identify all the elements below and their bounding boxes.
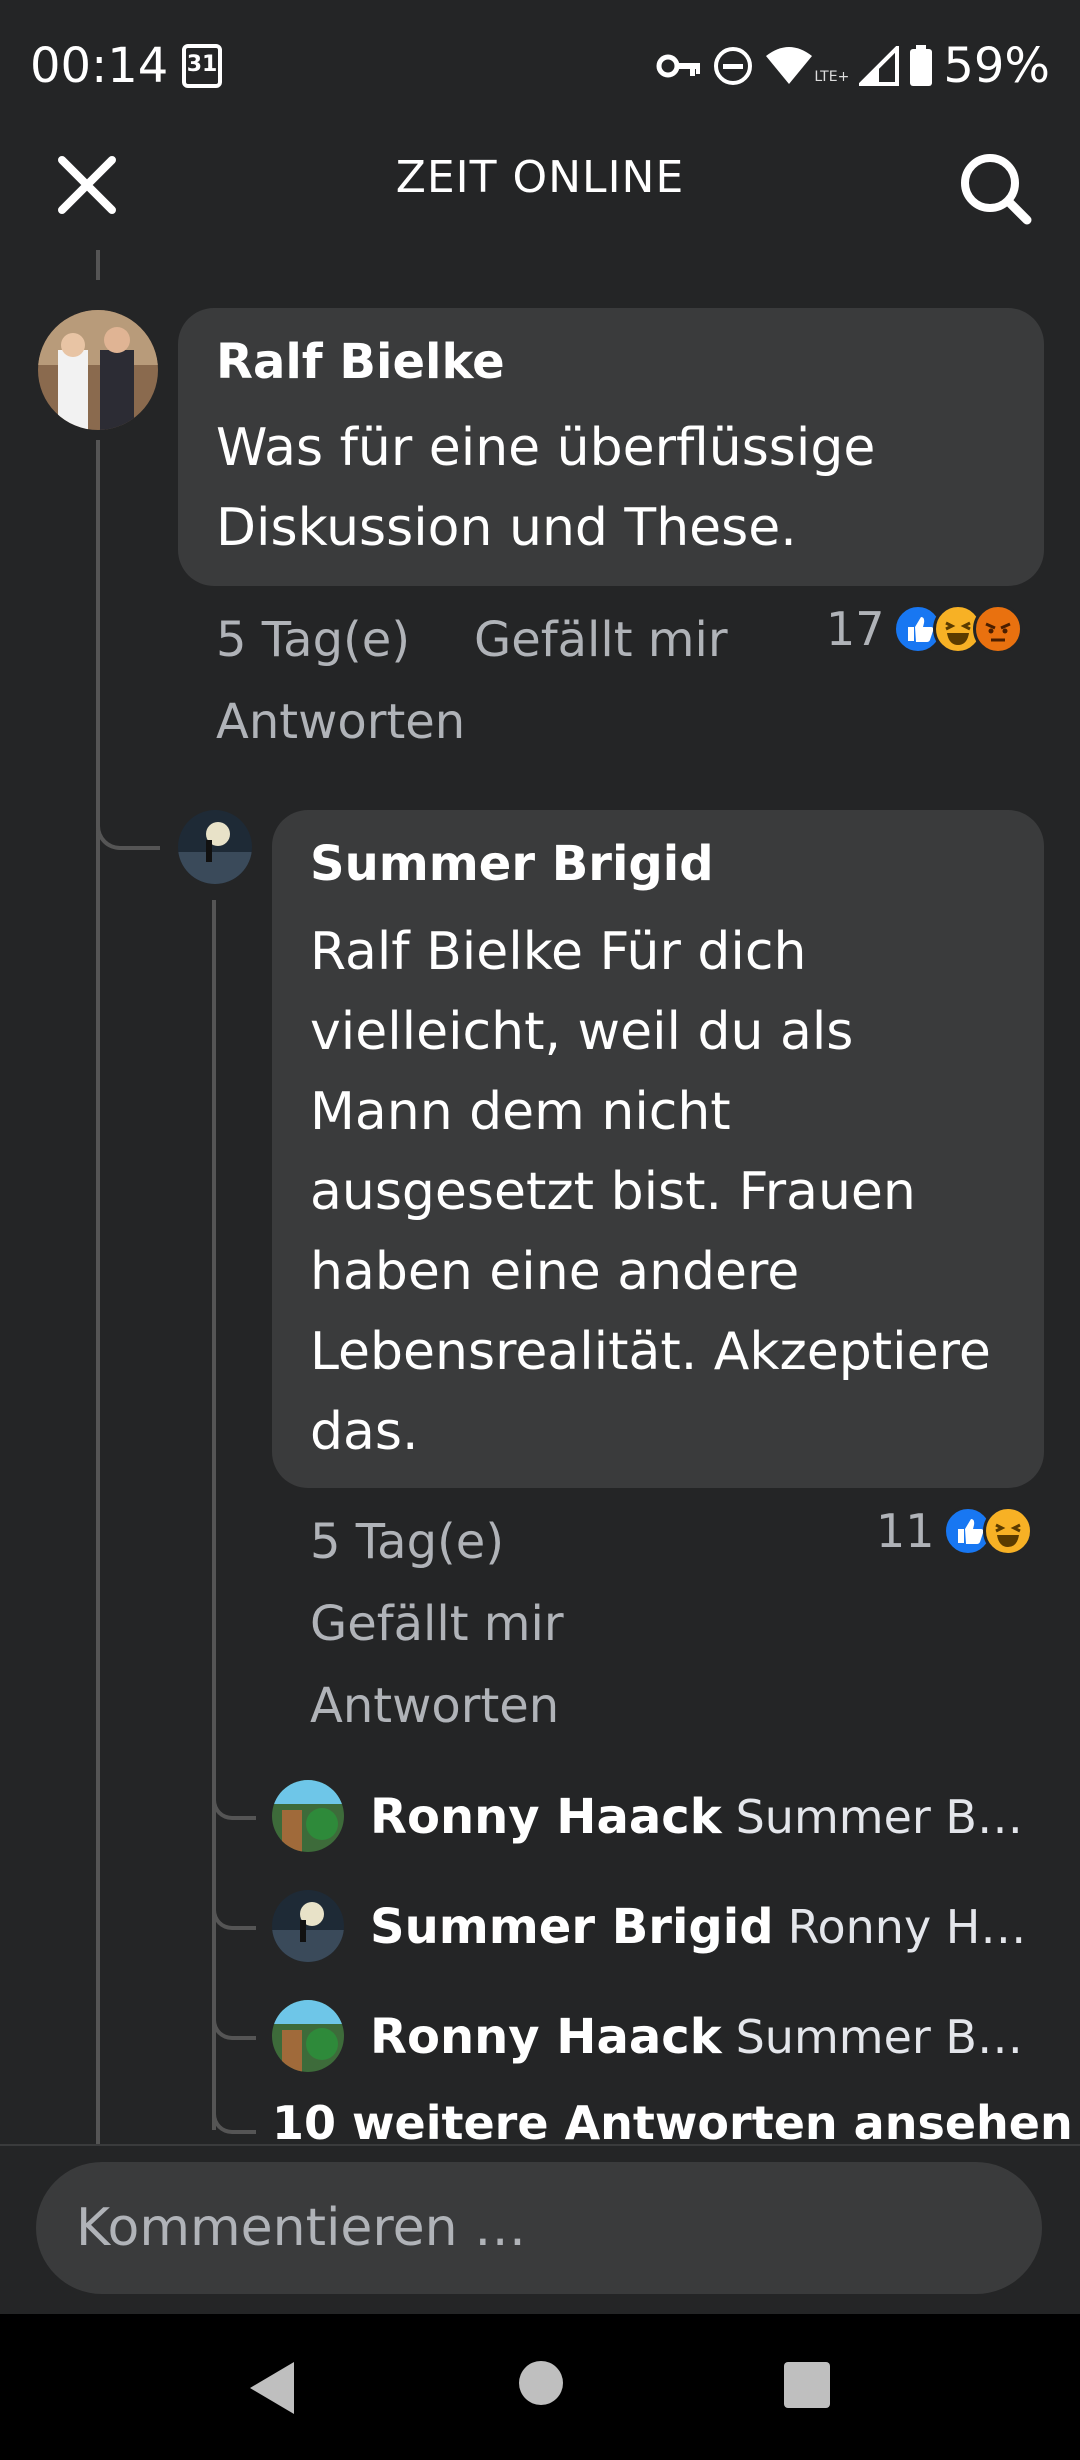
calendar-icon: 31 [182,44,222,88]
reaction-summary[interactable]: 17 [826,602,1023,656]
comment-line: das. [310,1402,419,1462]
reply-author[interactable]: Ronny Haack [370,2009,722,2065]
status-right: LTE+ 59% [656,38,1050,94]
reply-link[interactable]: Antworten [310,1678,559,1734]
comment-line: Ralf Bielke Für dich [310,922,807,982]
reaction-count: 17 [826,602,885,656]
comment-time: 5 Tag(e) [216,612,411,668]
haha-reaction-icon [982,1506,1033,1556]
like-link[interactable]: Gefällt mir [474,612,728,668]
reaction-summary[interactable]: 11 [876,1504,1033,1558]
avatar[interactable] [272,1780,344,1852]
avatar[interactable] [272,1890,344,1962]
reply-preview[interactable]: Ronny Haack Summer Brig… [370,1782,1040,1852]
system-nav-bar [0,2314,1080,2460]
comment-line: Lebensrealität. Akzeptiere [310,1322,991,1382]
reply-snippet: Summer Brig… [735,1790,1040,1844]
comment-bubble[interactable]: Summer Brigid Ralf Bielke Für dich viell… [272,810,1044,1488]
reply-author[interactable]: Ronny Haack [370,1789,722,1845]
thread-line [96,440,100,2144]
avatar[interactable] [178,810,252,884]
comment-line: Diskussion und These. [216,498,797,558]
avatar[interactable] [38,310,158,430]
comment-line: haben eine andere [310,1242,800,1302]
angry-reaction-icon [972,604,1023,654]
status-time: 00:14 [30,38,169,94]
thread-connector [212,1990,256,2040]
reply-preview[interactable]: Summer Brigid Ronny Haa… [370,1892,1040,1962]
comment-bubble[interactable]: Ralf Bielke Was für eine überflüssige Di… [178,308,1044,586]
reply-preview[interactable]: Ronny Haack Summer Brig… [370,2002,1040,2072]
wifi-icon [766,47,813,84]
comment-author[interactable]: Ralf Bielke [216,334,505,390]
page-title: ZEIT ONLINE [395,152,685,203]
signal-icon [859,46,900,86]
like-link[interactable]: Gefällt mir [310,1596,564,1652]
comment-time: 5 Tag(e) [310,1514,505,1570]
thread-line [212,900,216,2130]
thread-connector [212,2090,256,2134]
reply-snippet: Summer Brig… [735,2010,1040,2064]
comment-line: vielleicht, weil du als [310,1002,854,1062]
network-label: LTE+ [814,69,850,85]
thread-connector [96,790,160,850]
comment-author[interactable]: Summer Brigid [310,836,714,892]
comment-line: Was für eine überflüssige [216,418,876,478]
home-icon[interactable] [516,2358,566,2408]
comment-input[interactable]: Kommentieren … [36,2162,1042,2294]
thread-connector [212,1880,256,1930]
search-icon [961,154,1032,225]
reply-author[interactable]: Summer Brigid [370,1899,774,1955]
back-icon[interactable] [244,2358,300,2418]
comment-line: Mann dem nicht [310,1082,731,1142]
recents-icon[interactable] [782,2360,832,2410]
search-button[interactable] [955,148,1035,228]
thread-connector [212,1770,256,1820]
battery-percent: 59% [943,38,1050,94]
reply-link[interactable]: Antworten [216,694,465,750]
battery-icon [910,45,933,86]
comment-text: Was für eine überflüssige Diskussion und… [216,408,875,568]
more-replies-link[interactable]: 10 weitere Antworten ansehen [272,2096,1073,2150]
reply-snippet: Ronny Haa… [787,1900,1040,1954]
dnd-icon [714,47,753,85]
status-bar: 00:14 31 LTE+ 59% [0,0,1080,130]
reaction-count: 11 [876,1504,935,1558]
thread-line [96,250,100,280]
comment-line: ausgesetzt bist. Frauen [310,1162,916,1222]
avatar[interactable] [272,2000,344,2072]
comment-text: Ralf Bielke Für dich vielleicht, weil du… [310,912,991,1472]
key-icon [656,54,701,78]
